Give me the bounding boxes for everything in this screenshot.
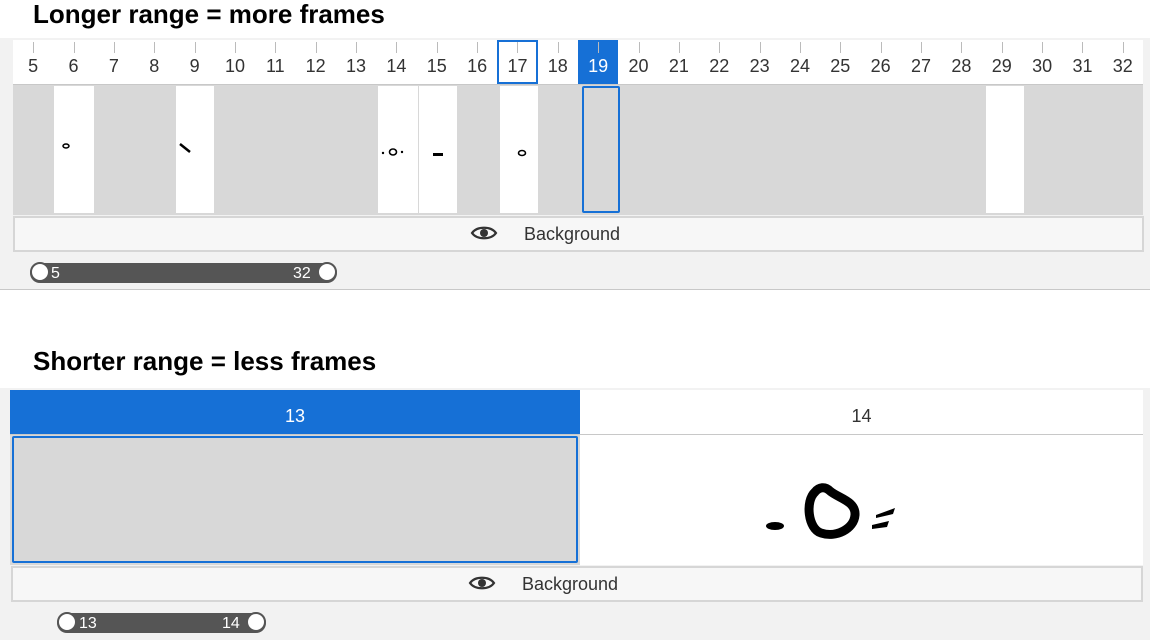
ruler-tick bbox=[557, 42, 559, 53]
ruler-tick bbox=[880, 42, 882, 53]
ruler-tick bbox=[799, 42, 801, 53]
frame-thumb-19-selected[interactable] bbox=[582, 86, 620, 213]
top-frame-ruler: 5 6 7 8 9 10 11 12 13 14 15 16 17 18 19 20 21 22 23 24 25 26 2… bbox=[13, 40, 1143, 85]
ruler-tick bbox=[396, 42, 398, 53]
ruler-tick bbox=[719, 42, 721, 53]
frame-thumb-9[interactable] bbox=[176, 86, 214, 213]
range-start-handle[interactable] bbox=[57, 612, 77, 632]
frame-thumb-6[interactable] bbox=[54, 86, 94, 213]
layer-label: Background bbox=[522, 574, 619, 594]
frame-cell-14[interactable]: 14 bbox=[580, 390, 1143, 434]
frame-thumb-14[interactable] bbox=[378, 86, 418, 213]
ruler-tick bbox=[1082, 42, 1084, 53]
section-divider bbox=[0, 289, 1150, 290]
layer-label: Background bbox=[524, 224, 621, 244]
ruler-tick bbox=[961, 42, 963, 53]
ruler-tick bbox=[1122, 42, 1124, 53]
top-heading: Longer range = more frames bbox=[33, 0, 385, 29]
top-frame-range-slider[interactable]: 5 32 bbox=[30, 262, 337, 283]
top-layer-row-background[interactable]: Background bbox=[13, 216, 1144, 252]
range-end-handle[interactable] bbox=[246, 612, 266, 632]
ruler-tick bbox=[436, 42, 438, 53]
range-start-value: 5 bbox=[51, 265, 60, 282]
ruler-tick bbox=[194, 42, 196, 53]
ruler-tick bbox=[1001, 42, 1003, 53]
ruler-tick bbox=[73, 42, 75, 53]
ruler-tick bbox=[33, 42, 35, 53]
top-timeline-panel: 5 6 7 8 9 10 11 12 13 14 15 16 17 18 19 20 21 22 23 24 25 26 2… bbox=[0, 38, 1150, 290]
top-frame-track bbox=[13, 85, 1143, 215]
drawing-sketch bbox=[179, 143, 191, 153]
eye-icon[interactable] bbox=[468, 574, 496, 597]
bottom-timeline-panel: 13 14 Background 13 14 bbox=[0, 388, 1150, 640]
range-end-handle[interactable] bbox=[317, 262, 337, 282]
frame-thumb-13-selected[interactable] bbox=[12, 436, 578, 563]
drawing-sketch bbox=[62, 143, 70, 149]
ruler-tick bbox=[154, 42, 156, 53]
drawing-sketch bbox=[766, 483, 895, 539]
eye-icon[interactable] bbox=[470, 224, 498, 247]
bottom-heading: Shorter range = less frames bbox=[33, 346, 377, 376]
range-start-value: 13 bbox=[79, 615, 97, 632]
ruler-tick bbox=[517, 42, 519, 53]
drawing-sketch bbox=[433, 153, 443, 156]
ruler-tick bbox=[638, 42, 640, 53]
ruler-tick bbox=[678, 42, 680, 53]
drawing-sketch bbox=[381, 148, 404, 156]
drawing-sketch bbox=[517, 149, 527, 157]
range-end-value: 32 bbox=[293, 265, 311, 282]
bottom-frame-ruler: 13 14 bbox=[10, 390, 1143, 435]
ruler-tick bbox=[921, 42, 923, 53]
frame-thumb-14[interactable] bbox=[580, 435, 1143, 565]
frame-thumb-15[interactable] bbox=[419, 86, 457, 213]
bottom-layer-row-background[interactable]: Background bbox=[11, 566, 1143, 602]
frame-cell-13-current[interactable]: 13 bbox=[10, 390, 580, 434]
ruler-tick bbox=[598, 42, 600, 53]
range-start-handle[interactable] bbox=[30, 262, 50, 282]
range-end-value: 14 bbox=[222, 615, 240, 632]
ruler-tick bbox=[356, 42, 358, 53]
ruler-tick bbox=[275, 42, 277, 53]
ruler-tick bbox=[315, 42, 317, 53]
ruler-tick bbox=[234, 42, 236, 53]
ruler-tick bbox=[759, 42, 761, 53]
ruler-tick bbox=[840, 42, 842, 53]
ruler-tick bbox=[477, 42, 479, 53]
ruler-tick bbox=[113, 42, 115, 53]
frame-thumb-29[interactable] bbox=[986, 86, 1024, 213]
frame-thumb-17[interactable] bbox=[500, 86, 538, 213]
ruler-tick bbox=[1042, 42, 1044, 53]
bottom-frame-range-slider[interactable]: 13 14 bbox=[57, 612, 266, 633]
bottom-frame-track bbox=[10, 435, 1143, 565]
